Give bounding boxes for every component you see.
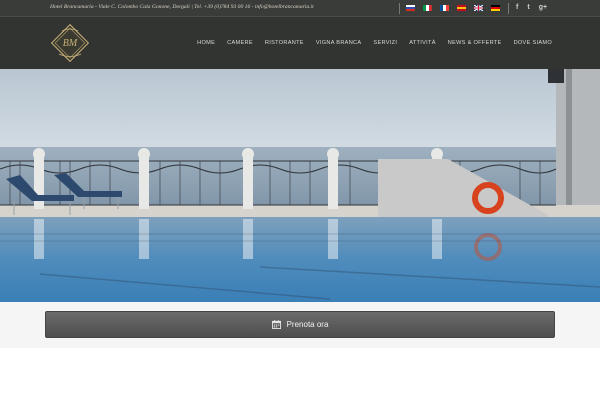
book-now-button[interactable]: Prenota ora <box>45 311 555 338</box>
topbar-divider <box>399 3 400 14</box>
facebook-icon[interactable]: f <box>516 3 518 13</box>
top-info-bar: Hotel Brancamaria - Viale C. Colombo Cal… <box>0 0 600 17</box>
contact-info-text: Hotel Brancamaria - Viale C. Colombo Cal… <box>50 4 314 10</box>
nav-item-vigna-branca[interactable]: VIGNA BRANCA <box>316 40 362 47</box>
nav-item-camere[interactable]: CAMERE <box>227 40 253 47</box>
flag-russian-icon[interactable] <box>406 5 415 11</box>
twitter-icon[interactable]: t <box>527 3 529 13</box>
social-links: f t g+ <box>516 3 547 13</box>
hotel-logo[interactable]: BM <box>50 23 90 63</box>
svg-text:BM: BM <box>63 38 78 49</box>
google-plus-icon[interactable]: g+ <box>539 3 547 13</box>
nav-item-ristorante[interactable]: RISTORANTE <box>265 40 304 47</box>
nav-item-attivita[interactable]: ATTIVITÀ <box>409 40 436 47</box>
nav-item-servizi[interactable]: SERVIZI <box>373 40 397 47</box>
flag-italian-icon[interactable] <box>423 5 432 11</box>
calendar-icon <box>271 320 281 329</box>
site-header: BM HOME CAMERE RISTORANTE VIGNA BRANCA SERVI… <box>0 17 600 69</box>
pool-sea-view-photo <box>0 69 600 302</box>
hero-banner <box>0 69 600 302</box>
nav-item-home[interactable]: HOME <box>197 40 215 47</box>
language-flags <box>406 5 500 12</box>
flag-french-icon[interactable] <box>440 5 449 11</box>
main-navigation: HOME CAMERE RISTORANTE VIGNA BRANCA SERVIZI A… <box>197 40 552 47</box>
nav-item-dove-siamo[interactable]: DOVE SIAMO <box>514 40 552 47</box>
flag-german-icon[interactable] <box>491 5 500 11</box>
book-now-label: Prenota ora <box>286 320 329 329</box>
nav-item-news[interactable]: NEWS & OFFERTE <box>448 40 502 47</box>
topbar-divider <box>508 3 509 14</box>
flag-spanish-icon[interactable] <box>457 5 466 11</box>
flag-english-icon[interactable] <box>474 5 483 11</box>
booking-bar: Prenota ora <box>0 302 600 348</box>
